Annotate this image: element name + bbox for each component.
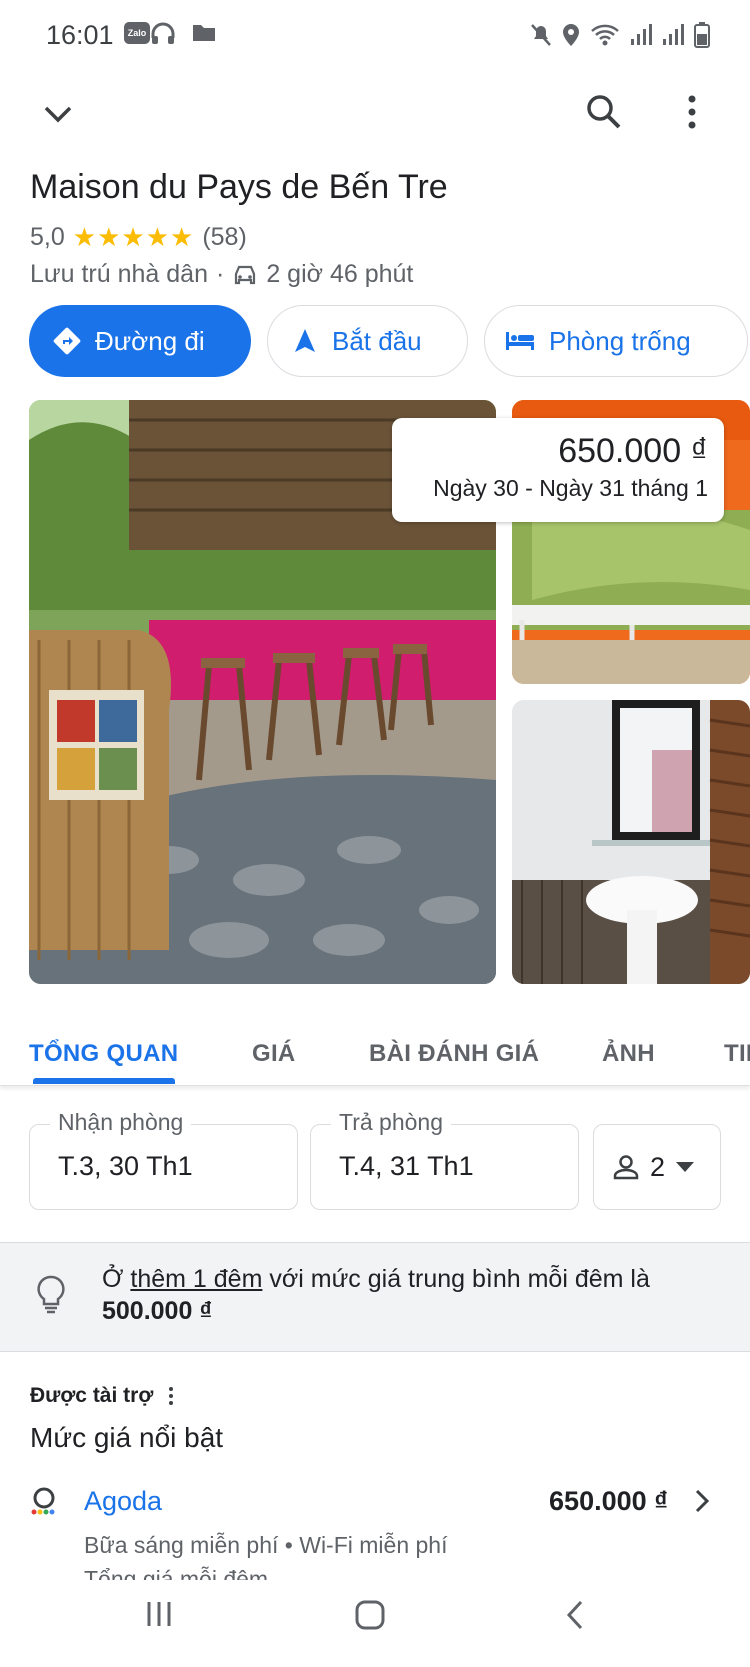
- collapse-button[interactable]: [36, 92, 80, 136]
- price-card-dates: Ngày 30 - Ngày 31 tháng 1: [433, 475, 708, 501]
- rooms-button[interactable]: Phòng trống: [484, 305, 748, 377]
- checkin-value: T.3, 30 Th1: [58, 1151, 193, 1181]
- directions-button[interactable]: Đường đi: [29, 305, 251, 377]
- checkin-label: Nhận phòng: [50, 1109, 192, 1136]
- tab-reviews[interactable]: BÀI ĐÁNH GIÁ: [369, 1040, 539, 1068]
- provider-price: 650.000 ₫: [549, 1486, 668, 1516]
- rating-value: 5,0: [30, 223, 65, 251]
- tip-prefix: Ở: [102, 1265, 131, 1293]
- bed-icon: [506, 332, 534, 350]
- lightbulb-icon: [37, 1275, 65, 1314]
- directions-label: Đường đi: [95, 325, 205, 356]
- tip-price: 500.000 ₫: [102, 1297, 213, 1325]
- search-button[interactable]: [582, 90, 626, 134]
- sponsored-label-row: Được tài trợ: [30, 1384, 175, 1408]
- extra-night-link[interactable]: thêm 1 đêm: [130, 1265, 262, 1293]
- place-title: Maison du Pays de Bến Tre: [30, 168, 448, 206]
- tab-bar: TỔNG QUAN GIÁ BÀI ĐÁNH GIÁ ẢNH TIN: [0, 1010, 750, 1086]
- agoda-logo-icon: [31, 1487, 55, 1515]
- checkout-value: T.4, 31 Th1: [339, 1151, 474, 1181]
- headphones-icon: [150, 22, 176, 51]
- featured-price-title: Mức giá nổi bật: [30, 1422, 224, 1453]
- checkout-label: Trả phòng: [331, 1109, 451, 1136]
- tab-prices[interactable]: GIÁ: [252, 1040, 296, 1068]
- offer-row-agoda[interactable]: Agoda 650.000 ₫ Bữa sáng miễn phí • Wi-F…: [0, 1470, 750, 1586]
- folder-icon: [192, 22, 216, 47]
- car-icon: [235, 265, 256, 284]
- system-nav-bar: [0, 1580, 750, 1667]
- wifi-icon: [590, 23, 620, 52]
- guest-count: 2: [650, 1151, 666, 1182]
- status-time: 16:01: [46, 20, 114, 50]
- battery-icon: [694, 22, 710, 53]
- more-options-button[interactable]: [670, 90, 714, 134]
- navigation-arrow-icon: [295, 329, 315, 352]
- place-category: Lưu trú nhà dân: [30, 260, 208, 288]
- sponsored-label: Được tài trợ: [30, 1384, 154, 1407]
- start-button[interactable]: Bắt đầu: [267, 305, 468, 377]
- tab-overview[interactable]: TỔNG QUAN: [29, 1040, 178, 1068]
- chevron-down-icon: [44, 106, 72, 123]
- home-icon[interactable]: [355, 1600, 385, 1630]
- status-bar: 16:01 Zalo: [0, 0, 750, 70]
- back-icon[interactable]: [566, 1600, 584, 1630]
- more-vert-icon: [688, 95, 696, 129]
- tab-indicator: [33, 1078, 175, 1084]
- guests-select[interactable]: 2: [593, 1124, 721, 1210]
- dropdown-arrow-icon: [676, 1162, 695, 1172]
- signal-icon: [630, 23, 652, 52]
- directions-icon: [53, 327, 81, 355]
- drive-time: 2 giờ 46 phút: [266, 260, 414, 288]
- rating-row[interactable]: 5,0 ★★★★★ (58): [30, 222, 247, 253]
- rooms-label: Phòng trống: [549, 325, 691, 356]
- signal-icon: [662, 23, 684, 52]
- provider-name: Agoda: [84, 1486, 163, 1516]
- review-count: (58): [202, 223, 247, 251]
- mute-icon: [530, 23, 552, 52]
- checkin-field[interactable]: Nhận phòng T.3, 30 Th1: [29, 1109, 298, 1210]
- checkout-field[interactable]: Trả phòng T.4, 31 Th1: [310, 1109, 579, 1210]
- price-card[interactable]: 650.000 ₫ Ngày 30 - Ngày 31 tháng 1: [392, 418, 724, 522]
- person-icon: [613, 1155, 639, 1180]
- offer-amenities: Bữa sáng miễn phí • Wi-Fi miễn phí: [84, 1532, 448, 1558]
- location-icon: [562, 23, 580, 52]
- tab-updates[interactable]: TIN: [724, 1040, 750, 1068]
- tip-middle: với mức giá trung bình mỗi đêm là: [262, 1265, 650, 1293]
- extra-night-tip: Ở thêm 1 đêm với mức giá trung bình mỗi …: [0, 1242, 750, 1352]
- chevron-right-icon: [695, 1489, 710, 1513]
- tab-photos[interactable]: ẢNH: [602, 1040, 655, 1068]
- zalo-icon: Zalo: [124, 22, 150, 44]
- rating-stars: ★★★★★: [72, 222, 195, 252]
- price-card-price: 650.000 ₫: [558, 432, 708, 470]
- tip-text: Ở thêm 1 đêm với mức giá trung bình mỗi …: [102, 1263, 722, 1327]
- category-row: Lưu trú nhà dân · 2 giờ 46 phút: [30, 260, 413, 289]
- status-icons: [530, 22, 710, 53]
- separator-dot: ·: [215, 260, 225, 288]
- search-icon: [587, 95, 621, 129]
- top-app-bar: [0, 80, 750, 150]
- photo-bathroom[interactable]: [512, 700, 750, 984]
- start-label: Bắt đầu: [332, 325, 422, 356]
- recent-apps-icon[interactable]: [146, 1600, 172, 1628]
- more-vert-icon[interactable]: [167, 1386, 175, 1406]
